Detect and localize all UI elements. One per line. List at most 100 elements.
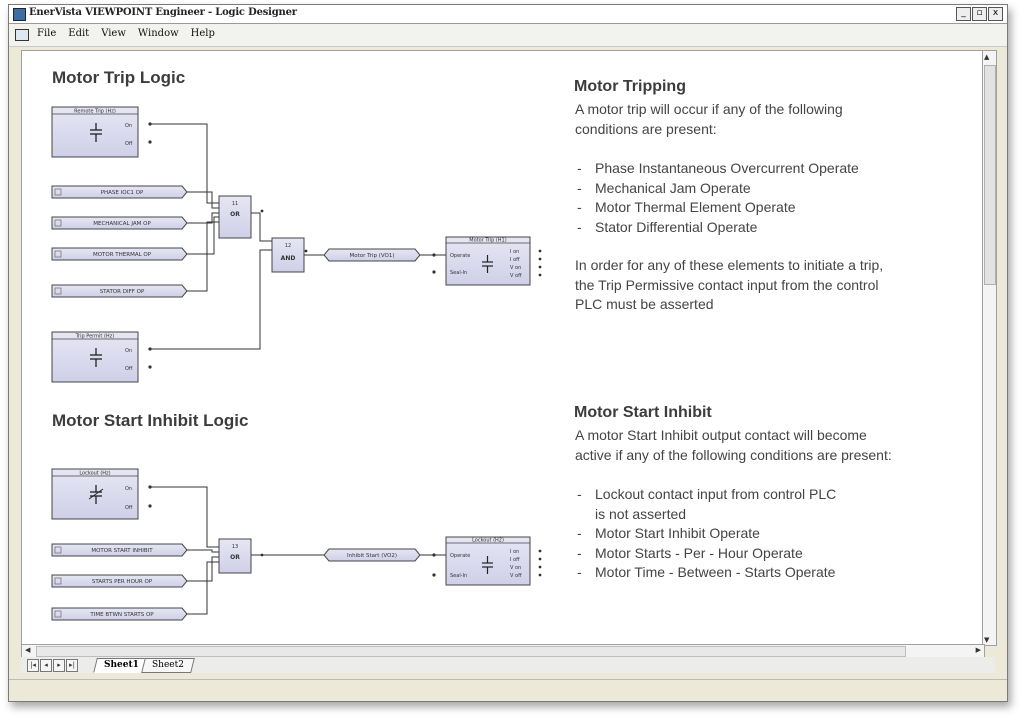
motor-trip-output-block[interactable]: Motor Trip (H1) Operate Seal-In I on I o… <box>445 236 531 286</box>
list-item: Stator Differential Operate <box>575 218 859 238</box>
operand-time-between-starts[interactable]: TIME BTWN STARTS OP <box>51 607 188 621</box>
remote-trip-input-block[interactable]: Remote Trip (Hz) On Off <box>51 106 139 158</box>
output-port: I off <box>510 257 520 263</box>
lockout-output-block[interactable]: Lockout (H2) Operate Seal-In I on I off … <box>445 536 531 586</box>
output-operate: Operate <box>450 253 470 259</box>
intro-line: A motor Start Inhibit output contact wil… <box>575 427 867 443</box>
list-item: Motor Starts - Per - Hour Operate <box>575 544 836 564</box>
motor-start-inhibit-conditions: Lockout contact input from control PLC i… <box>575 485 836 583</box>
inhibit-start-virtual-output[interactable]: Inhibit Start (VO2) <box>323 548 421 562</box>
inhibit-or-gate[interactable]: 13 OR <box>218 538 252 574</box>
output-port: V on <box>510 265 521 271</box>
gate-label: AND <box>281 255 296 262</box>
maximize-button[interactable]: ▫ <box>972 7 987 21</box>
logic-diagram: Remote Trip (Hz) On Off PHASE IOC1 OP ME… <box>51 106 542 621</box>
vertical-scrollbar[interactable]: ▲ ▼ <box>982 50 997 646</box>
prev-sheet-button[interactable]: ◂ <box>40 659 52 672</box>
operand-phase-ioc[interactable]: PHASE IOC1 OP <box>51 185 188 199</box>
app-icon <box>13 8 26 21</box>
first-sheet-button[interactable]: |◂ <box>27 659 39 672</box>
tab-label: Sheet1 <box>104 660 139 670</box>
virtual-output-label: Inhibit Start (VO2) <box>347 553 397 559</box>
scroll-down-arrow-icon[interactable]: ▼ <box>984 636 989 644</box>
operand-stator-diff[interactable]: STATOR DIFF OP <box>51 284 188 298</box>
motor-start-inhibit-intro: A motor Start Inhibit output contact wil… <box>575 426 955 465</box>
intro-line: conditions are present: <box>575 120 717 137</box>
trip-and-gate[interactable]: 12 AND <box>271 237 305 273</box>
menu-file[interactable]: File <box>37 28 56 39</box>
note-line: the Trip Permissive contact input from t… <box>575 276 879 293</box>
scroll-up-arrow-icon[interactable]: ▲ <box>984 53 989 61</box>
motor-tripping-intro: A motor trip will occur if any of the fo… <box>575 100 955 139</box>
motor-tripping-conditions: Phase Instantaneous Overcurrent Operate … <box>575 159 859 237</box>
intro-line: active if any of the following condition… <box>575 446 892 463</box>
motor-tripping-note: In order for any of these elements to in… <box>575 256 955 315</box>
output-header: Motor Trip (H1) <box>469 238 506 244</box>
close-button[interactable]: x <box>988 7 1003 21</box>
menu-help[interactable]: Help <box>191 28 215 39</box>
trip-permit-input-block[interactable]: Trip Permit (Hz) On Off <box>51 331 139 383</box>
operand-motor-start-inhibit[interactable]: MOTOR START INHIBIT <box>51 543 188 557</box>
list-item-continuation: is not asserted <box>595 505 687 522</box>
output-seal-in: Seal-In <box>450 270 467 276</box>
operand-starts-per-hour[interactable]: STARTS PER HOUR OP <box>51 574 188 588</box>
window-title: EnerVista VIEWPOINT Engineer - Logic Des… <box>29 7 297 18</box>
scroll-left-arrow-icon[interactable]: ◀ <box>25 646 30 654</box>
operand-label: PHASE IOC1 OP <box>101 190 144 196</box>
minimize-button[interactable]: _ <box>956 7 971 21</box>
remote-trip-off: Off <box>125 141 133 147</box>
intro-line: A motor trip will occur if any of the fo… <box>575 101 843 117</box>
output-port: V on <box>510 565 521 571</box>
app-window: EnerVista VIEWPOINT Engineer - Logic Des… <box>8 4 1008 702</box>
trip-or-gate[interactable]: 11 OR <box>218 195 252 239</box>
trip-permit-off: Off <box>125 366 133 372</box>
lockout-on: On <box>125 486 132 492</box>
list-item: Mechanical Jam Operate <box>575 179 859 199</box>
list-item: Motor Thermal Element Operate <box>575 198 859 218</box>
document-icon[interactable] <box>15 29 29 41</box>
output-operate: Operate <box>450 553 470 559</box>
horizontal-scrollbar[interactable]: ◀ ▶ <box>21 644 985 658</box>
output-seal-in: Seal-In <box>450 573 467 579</box>
operand-motor-thermal[interactable]: MOTOR THERMAL OP <box>51 247 188 261</box>
output-port: V off <box>510 273 522 279</box>
lockout-header: Lockout (Hz) <box>79 471 110 477</box>
gate-number: 13 <box>232 544 238 550</box>
tab-sheet2[interactable]: Sheet2 <box>141 658 195 673</box>
operand-label: STARTS PER HOUR OP <box>92 579 153 585</box>
vertical-scroll-thumb[interactable] <box>984 65 996 285</box>
menu-edit[interactable]: Edit <box>68 28 89 39</box>
list-item: Motor Time - Between - Starts Operate <box>575 563 836 583</box>
note-line: PLC must be asserted <box>575 296 714 312</box>
note-line: In order for any of these elements to in… <box>575 257 884 273</box>
output-port: V off <box>510 573 522 579</box>
last-sheet-button[interactable]: ▸| <box>66 659 78 672</box>
status-bar <box>9 679 1007 701</box>
output-port: I off <box>510 557 520 563</box>
motor-start-inhibit-title: Motor Start Inhibit <box>574 404 712 421</box>
tab-label: Sheet2 <box>152 660 184 670</box>
remote-trip-on: On <box>125 123 132 129</box>
operand-label: MECHANICAL JAM OP <box>93 221 151 227</box>
operand-mechanical-jam[interactable]: MECHANICAL JAM OP <box>51 216 188 230</box>
list-item: Lockout contact input from control PLC <box>575 485 836 505</box>
lockout-off: Off <box>125 505 133 511</box>
operand-label: STATOR DIFF OP <box>100 289 145 295</box>
scroll-right-arrow-icon[interactable]: ▶ <box>976 646 981 654</box>
output-port: I on <box>510 549 519 555</box>
virtual-output-label: Motor Trip (VO1) <box>349 253 394 259</box>
next-sheet-button[interactable]: ▸ <box>53 659 65 672</box>
menu-view[interactable]: View <box>101 28 126 39</box>
gate-label: OR <box>230 211 240 218</box>
output-port: I on <box>510 249 519 255</box>
logic-canvas[interactable]: Motor Trip Logic Motor Start Inhibit Log… <box>21 50 985 646</box>
trip-wires <box>150 123 446 350</box>
gate-label: OR <box>230 554 240 561</box>
motor-trip-virtual-output[interactable]: Motor Trip (VO1) <box>323 248 421 262</box>
horizontal-scroll-thumb[interactable] <box>36 646 906 657</box>
lockout-input-block[interactable]: Lockout (Hz) On Off <box>51 468 139 520</box>
gate-number: 11 <box>232 201 238 207</box>
title-bar: EnerVista VIEWPOINT Engineer - Logic Des… <box>9 5 1007 24</box>
operand-label: TIME BTWN STARTS OP <box>89 612 154 618</box>
menu-window[interactable]: Window <box>138 28 179 39</box>
